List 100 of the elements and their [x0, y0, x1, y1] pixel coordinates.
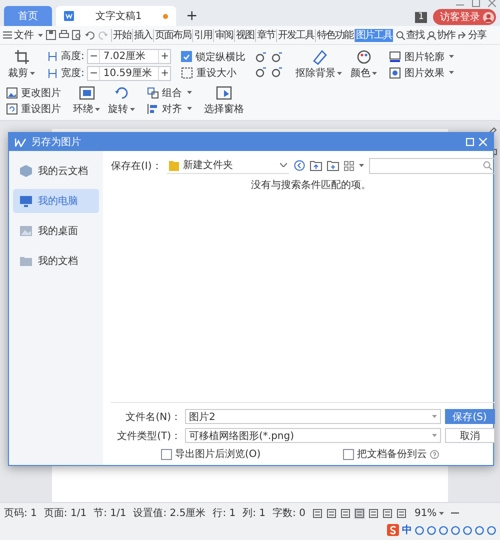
- maximize-icon[interactable]: [472, 0, 480, 7]
- close-icon[interactable]: [488, 0, 496, 7]
- caret-icon: [449, 71, 454, 74]
- crop-button[interactable]: 裁剪: [6, 48, 37, 81]
- new-folder-icon[interactable]: [326, 160, 339, 171]
- ribbon-tab[interactable]: 页面布局: [153, 28, 192, 42]
- person-icon: [427, 30, 436, 40]
- ribbon-tab[interactable]: 开发工具: [276, 28, 315, 42]
- view-options-button[interactable]: [344, 160, 364, 170]
- pane-button[interactable]: 选择窗格: [202, 84, 246, 117]
- align-button[interactable]: 对齐: [147, 102, 192, 116]
- rotate-button[interactable]: 旋转: [106, 84, 137, 117]
- toolbar-button[interactable]: 查找: [396, 28, 424, 42]
- sidebar-item[interactable]: 我的桌面: [13, 219, 99, 243]
- eraser-button[interactable]: 抠除背景: [293, 48, 344, 81]
- sidebar-item[interactable]: 我的文档: [13, 249, 99, 273]
- ribbon-tab[interactable]: 开始: [111, 28, 132, 42]
- field-label: 宽度:: [61, 66, 84, 80]
- caret-icon: [187, 107, 192, 110]
- option-checkbox[interactable]: 把文档备份到云: [342, 447, 439, 461]
- back-icon[interactable]: [294, 160, 305, 171]
- group-button[interactable]: 组合: [147, 86, 192, 100]
- save-icon[interactable]: [46, 30, 56, 40]
- toolbar-button[interactable]: 协作: [427, 28, 455, 42]
- document-icon: [64, 11, 74, 21]
- toolbar-button[interactable]: 分享: [458, 28, 486, 42]
- input-mode[interactable]: 中: [402, 523, 412, 537]
- file-type-dropdown[interactable]: 可移植网络图形(*.png): [185, 428, 441, 443]
- caret-icon: [337, 72, 342, 74]
- wrap-button[interactable]: 环绕: [71, 84, 102, 117]
- undo-icon[interactable]: [85, 30, 95, 40]
- crop-icon: [14, 49, 30, 65]
- menu-icon: [3, 31, 12, 39]
- resize-button[interactable]: 重设大小: [181, 66, 236, 80]
- pane-icon: [216, 85, 232, 101]
- spinner-field[interactable]: − 7.02厘米 +: [87, 48, 172, 64]
- chevron-icon: [280, 163, 287, 167]
- palette-button[interactable]: 颜色: [348, 48, 380, 81]
- reset-image-button[interactable]: 重设图片: [6, 102, 61, 116]
- ribbon-tab[interactable]: 插入: [132, 28, 153, 42]
- ribbon-tab[interactable]: 章节: [255, 28, 276, 42]
- status-text: 列: 1: [242, 507, 266, 520]
- status-text: 字数: 0: [272, 506, 306, 520]
- view-mode-button[interactable]: [326, 508, 338, 518]
- sogou-logo-icon: [387, 524, 399, 536]
- status-text: 页面: 1/1: [44, 507, 87, 520]
- wrap-icon: [78, 85, 94, 101]
- view-mode-button[interactable]: [396, 508, 408, 518]
- search-field[interactable]: [368, 158, 495, 174]
- check-icon: [183, 54, 190, 60]
- view-mode-button[interactable]: [382, 508, 394, 518]
- sidebar-item[interactable]: 我的云文档: [13, 159, 99, 183]
- new-tab-button[interactable]: +: [180, 6, 204, 26]
- effect-icon: [389, 66, 402, 78]
- reset-image-icon: [6, 102, 18, 114]
- folder-up-icon[interactable]: [310, 160, 322, 171]
- tab[interactable]: 文字文稿1: [56, 6, 176, 26]
- view-mode-button[interactable]: [340, 508, 352, 518]
- image-button[interactable]: 更改图片: [6, 86, 61, 100]
- cancel-button[interactable]: 取消: [444, 428, 495, 443]
- help-icon[interactable]: [430, 450, 439, 458]
- avatar-icon: [483, 12, 494, 22]
- view-mode-button[interactable]: [368, 508, 380, 518]
- zoom-dropdown[interactable]: 91%: [414, 508, 444, 518]
- ribbon-tab[interactable]: 审阅: [213, 28, 234, 42]
- dimension-icon: [47, 68, 58, 78]
- ribbon-tab[interactable]: 引用: [192, 28, 213, 42]
- field-label: 高度:: [61, 50, 84, 63]
- caret-icon: [449, 55, 454, 58]
- print-icon[interactable]: [59, 30, 69, 40]
- field-label: 文件类型(T)：: [116, 430, 181, 442]
- save-button[interactable]: 保存(S): [444, 409, 495, 424]
- status-text: 页码: 1: [4, 507, 37, 520]
- desktop-icon: [19, 224, 33, 238]
- status-text: 设置值: 2.5厘米: [133, 506, 206, 520]
- folder-icon: [168, 160, 179, 170]
- view-mode-button[interactable]: [312, 508, 324, 518]
- lock-ratio-checkbox[interactable]: 锁定纵横比: [181, 50, 246, 64]
- status-text: 节: 1/1: [94, 506, 126, 520]
- spinner-field[interactable]: − 10.59厘米 +: [87, 66, 172, 80]
- option-checkbox[interactable]: 导出图片后浏览(O): [161, 447, 261, 461]
- preview-icon[interactable]: [72, 30, 82, 40]
- view-mode-button[interactable]: [354, 508, 366, 518]
- login-button[interactable]: 访客登录: [433, 9, 496, 25]
- sidebar-item[interactable]: 我的电脑: [13, 189, 99, 213]
- location-dropdown[interactable]: 新建文件夹: [166, 157, 289, 174]
- file-menu[interactable]: 文件: [3, 28, 43, 42]
- caret-icon: [358, 164, 364, 167]
- effect-button[interactable]: 图片效果: [389, 66, 454, 80]
- folder-icon: [19, 254, 33, 268]
- group-icon: [147, 86, 159, 98]
- outline-button[interactable]: 图片轮廓: [389, 50, 454, 64]
- file-name-field[interactable]: 图片2: [185, 409, 441, 424]
- empty-message: 没有与搜索条件匹配的项。: [251, 178, 372, 192]
- search-icon: [396, 30, 405, 40]
- view-icon: [341, 508, 350, 518]
- ribbon-tab[interactable]: 视图: [234, 28, 255, 42]
- outline-icon: [389, 50, 402, 62]
- resize-icon: [181, 66, 194, 78]
- align-icon: [147, 102, 159, 114]
